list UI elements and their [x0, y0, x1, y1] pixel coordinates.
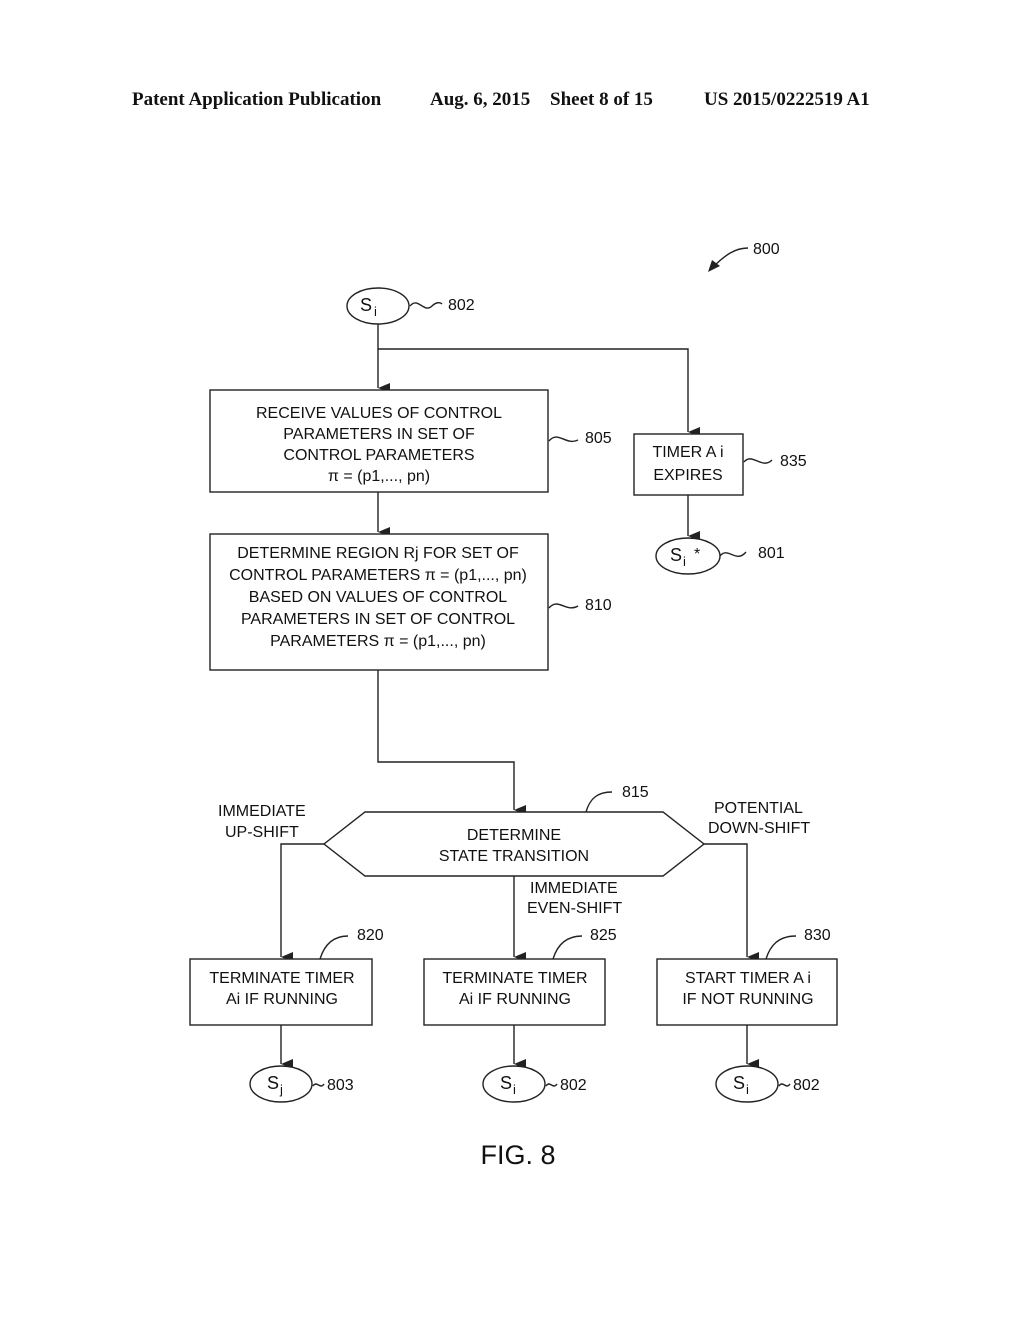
svg-text:RECEIVE VALUES OF CONTROL: RECEIVE VALUES OF CONTROL — [256, 405, 502, 422]
svg-text:PARAMETERS IN SET OF CONTROL: PARAMETERS IN SET OF CONTROL — [241, 611, 515, 628]
branch-label-down-shift-2: DOWN-SHIFT — [708, 820, 810, 837]
box-terminate-timer-820: TERMINATE TIMER Ai IF RUNNING 820 — [189, 927, 384, 1026]
svg-text:S: S — [733, 1073, 745, 1093]
ref-802-middle: 802 — [560, 1077, 587, 1094]
branch-label-up-shift-2: UP-SHIFT — [225, 824, 299, 841]
svg-text:i: i — [683, 554, 686, 569]
state-subscript: i — [374, 304, 377, 319]
ref-803: 803 — [327, 1077, 354, 1094]
svg-text:STATE TRANSITION: STATE TRANSITION — [439, 848, 589, 865]
box-terminate-timer-825: TERMINATE TIMER Ai IF RUNNING 825 — [423, 927, 617, 1026]
box-determine-region: DETERMINE REGION Rj FOR SET OF CONTROL P… — [209, 533, 612, 671]
svg-text:START TIMER A i: START TIMER A i — [685, 970, 811, 987]
ref-815: 815 — [622, 784, 649, 801]
arrow-810-to-815 — [377, 670, 526, 815]
ref-802-right: 802 — [793, 1077, 820, 1094]
svg-text:BASED ON VALUES OF CONTROL: BASED ON VALUES OF CONTROL — [249, 589, 508, 606]
figure-label: FIG. 8 — [480, 1140, 555, 1170]
state-symbol: S — [360, 295, 372, 315]
ref-835: 835 — [780, 453, 807, 470]
branch-label-up-shift: IMMEDIATE — [218, 803, 306, 820]
ref-805: 805 — [585, 430, 612, 447]
svg-text:PARAMETERS IN SET OF: PARAMETERS IN SET OF — [283, 426, 475, 443]
ref-820: 820 — [357, 927, 384, 944]
svg-text:Ai IF RUNNING: Ai IF RUNNING — [459, 991, 571, 1008]
svg-text:i: i — [513, 1082, 516, 1097]
svg-text:EXPIRES: EXPIRES — [653, 467, 722, 484]
branch-label-even-shift: IMMEDIATE — [530, 880, 618, 897]
figure-ref-800: 800 — [708, 241, 780, 272]
svg-text:S: S — [500, 1073, 512, 1093]
ref-801: 801 — [758, 545, 785, 562]
svg-text:DETERMINE REGION Rj FOR SET OF: DETERMINE REGION Rj FOR SET OF — [237, 545, 519, 562]
svg-text:PARAMETERS π = (p1,..., pn): PARAMETERS π = (p1,..., pn) — [270, 633, 486, 650]
ref-810: 810 — [585, 597, 612, 614]
svg-text:Ai IF RUNNING: Ai IF RUNNING — [226, 991, 338, 1008]
end-state-803: S j 803 — [249, 1065, 354, 1103]
ref-830: 830 — [804, 927, 831, 944]
flowchart: 800 S i 802 RECEIVE VALUES OF CONTROL PA… — [189, 241, 838, 1170]
ref-802: 802 — [448, 297, 475, 314]
box-timer-expires: TIMER A i EXPIRES 835 — [633, 433, 807, 496]
ref-825: 825 — [590, 927, 617, 944]
end-state-801: S i * 801 — [655, 537, 785, 575]
arrow-815-to-820 — [280, 843, 324, 962]
svg-text:TERMINATE TIMER: TERMINATE TIMER — [442, 970, 587, 987]
svg-text:CONTROL PARAMETERS π = (p1,...: CONTROL PARAMETERS π = (p1,..., pn) — [229, 567, 527, 584]
start-state-node: S i 802 — [346, 287, 475, 325]
ref-label-800: 800 — [753, 241, 780, 258]
svg-text:S: S — [670, 545, 682, 565]
branch-label-down-shift: POTENTIAL — [714, 800, 803, 817]
svg-text:TIMER A i: TIMER A i — [652, 444, 723, 461]
svg-text:*: * — [694, 546, 700, 563]
end-state-802-middle: S i 802 — [482, 1065, 587, 1103]
svg-text:i: i — [746, 1082, 749, 1097]
svg-text:DETERMINE: DETERMINE — [467, 827, 561, 844]
svg-text:S: S — [267, 1073, 279, 1093]
svg-text:TERMINATE TIMER: TERMINATE TIMER — [209, 970, 354, 987]
branch-label-even-shift-2: EVEN-SHIFT — [527, 900, 622, 917]
svg-text:j: j — [279, 1082, 283, 1097]
box-receive-values: RECEIVE VALUES OF CONTROL PARAMETERS IN … — [209, 389, 612, 493]
svg-text:CONTROL PARAMETERS: CONTROL PARAMETERS — [283, 447, 474, 464]
arrow-815-to-830 — [704, 843, 759, 962]
svg-text:π = (p1,..., pn): π = (p1,..., pn) — [328, 468, 430, 485]
end-state-802-right: S i 802 — [715, 1065, 820, 1103]
svg-text:IF NOT RUNNING: IF NOT RUNNING — [682, 991, 813, 1008]
